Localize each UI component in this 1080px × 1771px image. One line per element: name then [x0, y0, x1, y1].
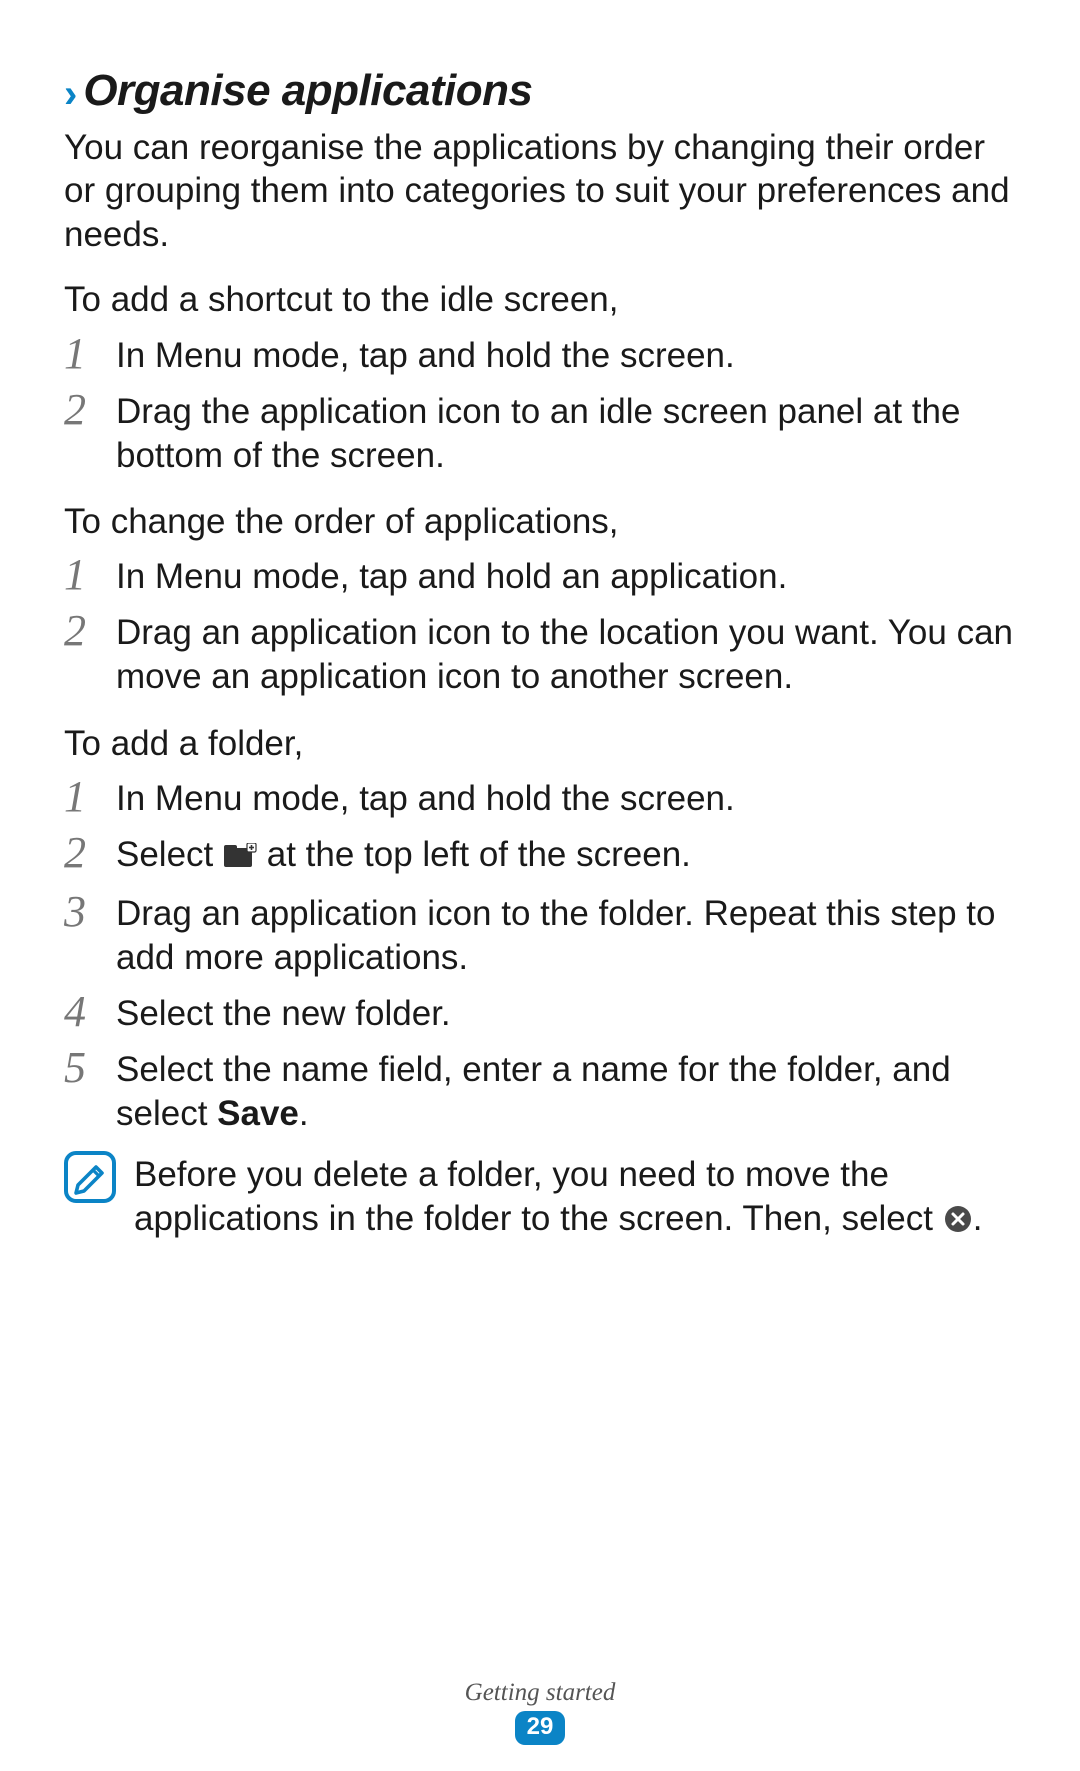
list-item: 5 Select the name field, enter a name fo…: [64, 1046, 1016, 1136]
step-number: 1: [64, 332, 98, 376]
step-text-pre: Select: [116, 835, 223, 874]
step-number: 5: [64, 1046, 98, 1090]
step-text: In Menu mode, tap and hold the screen.: [116, 332, 735, 378]
step-text: Select at the top left of the screen.: [116, 831, 691, 880]
list-item: 2 Drag the application icon to an idle s…: [64, 388, 1016, 478]
step-text: Drag an application icon to the location…: [116, 609, 1016, 699]
step-text-bold: Save: [217, 1094, 299, 1133]
step-text: Select the name field, enter a name for …: [116, 1046, 1016, 1136]
note-callout: Before you delete a folder, you need to …: [64, 1151, 1016, 1245]
list-item: 2 Drag an application icon to the locati…: [64, 609, 1016, 699]
list-item: 1 In Menu mode, tap and hold the screen.: [64, 775, 1016, 821]
step-number: 4: [64, 990, 98, 1034]
step-number: 2: [64, 831, 98, 875]
note-text: Before you delete a folder, you need to …: [134, 1151, 1016, 1245]
list-item: 1 In Menu mode, tap and hold the screen.: [64, 332, 1016, 378]
section1-steps: 1 In Menu mode, tap and hold the screen.…: [64, 332, 1016, 478]
step-number: 3: [64, 890, 98, 934]
folder-add-icon: [223, 836, 257, 880]
page-footer: Getting started 29: [0, 1679, 1080, 1745]
section2-steps: 1 In Menu mode, tap and hold an applicat…: [64, 553, 1016, 699]
list-item: 4 Select the new folder.: [64, 990, 1016, 1036]
footer-section-label: Getting started: [0, 1679, 1080, 1707]
section1-lead: To add a shortcut to the idle screen,: [64, 278, 1016, 321]
step-text-post: .: [299, 1094, 309, 1133]
step-number: 2: [64, 609, 98, 653]
note-icon: [64, 1151, 116, 1203]
close-circle-icon: [943, 1201, 973, 1245]
step-text: In Menu mode, tap and hold an applicatio…: [116, 553, 787, 599]
page-number-badge: 29: [515, 1711, 566, 1745]
chevron-right-icon: ›: [64, 74, 77, 114]
note-text-post: .: [973, 1199, 983, 1238]
section3-steps: 1 In Menu mode, tap and hold the screen.…: [64, 775, 1016, 1137]
note-text-pre: Before you delete a folder, you need to …: [134, 1155, 943, 1238]
section3-lead: To add a folder,: [64, 722, 1016, 765]
list-item: 2 Select at the top left of the screen.: [64, 831, 1016, 880]
step-text: Select the new folder.: [116, 990, 451, 1036]
list-item: 1 In Menu mode, tap and hold an applicat…: [64, 553, 1016, 599]
section-heading: › Organise applications: [64, 66, 1016, 116]
list-item: 3 Drag an application icon to the folder…: [64, 890, 1016, 980]
step-text: In Menu mode, tap and hold the screen.: [116, 775, 735, 821]
step-number: 2: [64, 388, 98, 432]
step-number: 1: [64, 775, 98, 819]
step-number: 1: [64, 553, 98, 597]
section2-lead: To change the order of applications,: [64, 500, 1016, 543]
heading-title: Organise applications: [83, 66, 532, 116]
step-text-post: at the top left of the screen.: [267, 835, 691, 874]
step-text: Drag the application icon to an idle scr…: [116, 388, 1016, 478]
step-text: Drag an application icon to the folder. …: [116, 890, 1016, 980]
intro-paragraph: You can reorganise the applications by c…: [64, 126, 1016, 256]
